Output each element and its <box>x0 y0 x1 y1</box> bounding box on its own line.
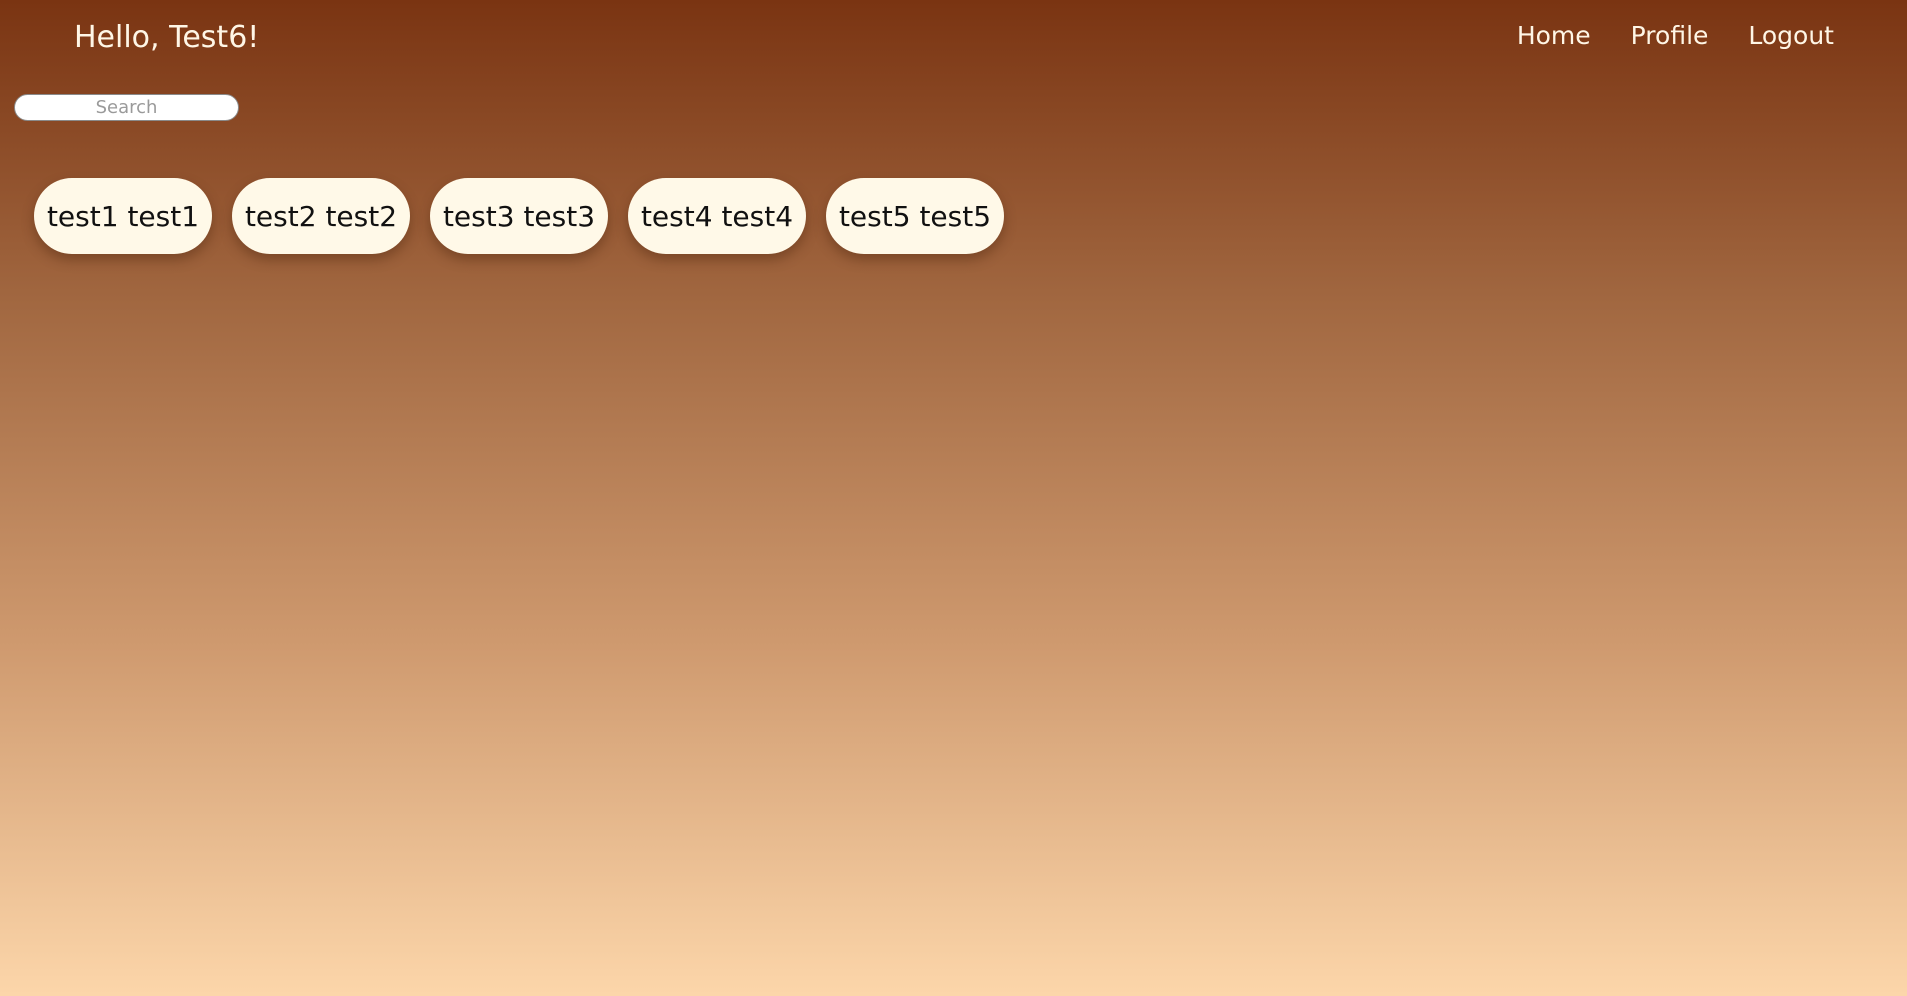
user-chip-test1[interactable]: test1 test1 <box>34 178 212 254</box>
user-chip-list: test1 test1 test2 test2 test3 test3 test… <box>34 178 1004 254</box>
nav-profile-link[interactable]: Profile <box>1631 18 1709 54</box>
user-chip-test2[interactable]: test2 test2 <box>232 178 410 254</box>
user-chip-test3[interactable]: test3 test3 <box>430 178 608 254</box>
nav-logout-link[interactable]: Logout <box>1748 18 1834 54</box>
search-input[interactable] <box>14 94 239 121</box>
user-chip-test5[interactable]: test5 test5 <box>826 178 1004 254</box>
main-nav: Home Profile Logout <box>1517 18 1834 54</box>
greeting-text: Hello, Test6! <box>74 20 260 55</box>
nav-home-link[interactable]: Home <box>1517 18 1591 54</box>
top-header: Hello, Test6! Home Profile Logout <box>0 0 1907 76</box>
user-chip-test4[interactable]: test4 test4 <box>628 178 806 254</box>
